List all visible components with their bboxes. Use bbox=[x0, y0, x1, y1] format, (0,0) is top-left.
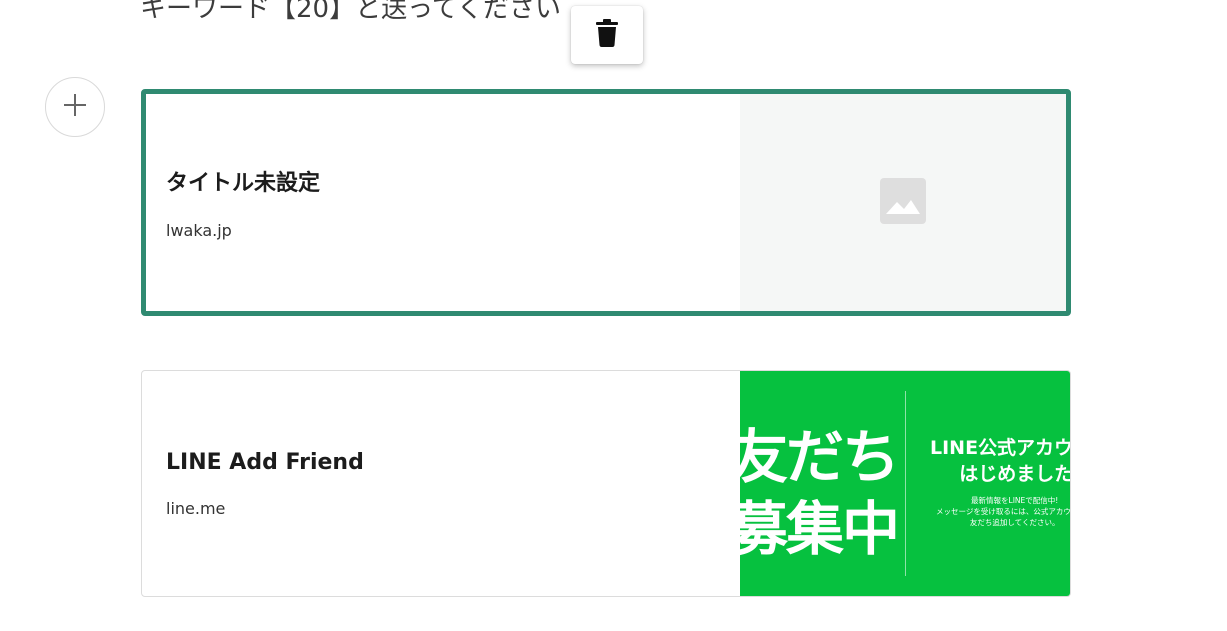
thumbnail-body-line: 最新情報をLINEで配信中! bbox=[971, 496, 1059, 505]
delete-button[interactable] bbox=[571, 6, 643, 64]
keyword-instruction-text: キーワード【20】と送ってください bbox=[140, 0, 562, 24]
thumbnail-body-line: 友だち追加してください。 bbox=[969, 518, 1060, 527]
thumbnail-body: 最新情報をLINEで配信中! メッセージを受け取るには、公式アカウントを 友だち… bbox=[936, 495, 1070, 528]
card-title: LINE Add Friend bbox=[166, 449, 364, 475]
thumbnail-body-line: メッセージを受け取るには、公式アカウントを bbox=[936, 507, 1070, 516]
image-placeholder-icon bbox=[880, 177, 926, 228]
thumbnail-big-line: 募集中 bbox=[740, 495, 900, 563]
card-text: タイトル未設定 lwaka.jp bbox=[146, 94, 740, 311]
plus-icon bbox=[64, 94, 86, 120]
card-domain: lwaka.jp bbox=[166, 221, 232, 240]
link-card[interactable]: LINE Add Friend line.me 友だち 募集中 LINE公式アカ… bbox=[141, 370, 1071, 597]
thumbnail-divider bbox=[905, 391, 906, 576]
thumbnail-big-line: 友だち bbox=[740, 423, 900, 491]
card-image-placeholder[interactable] bbox=[740, 94, 1066, 311]
add-card-button[interactable] bbox=[45, 77, 105, 137]
card-title: タイトル未設定 bbox=[166, 171, 321, 196]
thumbnail-heading-line: LINE公式アカウント bbox=[930, 437, 1070, 459]
thumbnail-heading: LINE公式アカウント はじめました! bbox=[930, 435, 1070, 487]
card-domain: line.me bbox=[166, 498, 226, 518]
thumbnail-big-text: 友だち 募集中 bbox=[740, 421, 900, 565]
card-text: LINE Add Friend line.me bbox=[142, 371, 740, 596]
thumbnail-heading-line: はじめました! bbox=[959, 463, 1070, 485]
trash-icon bbox=[596, 19, 618, 51]
link-card-selected[interactable]: タイトル未設定 lwaka.jp bbox=[141, 89, 1071, 316]
card-thumbnail-image[interactable]: 友だち 募集中 LINE公式アカウント はじめました! 最新情報をLINEで配信… bbox=[740, 371, 1070, 596]
